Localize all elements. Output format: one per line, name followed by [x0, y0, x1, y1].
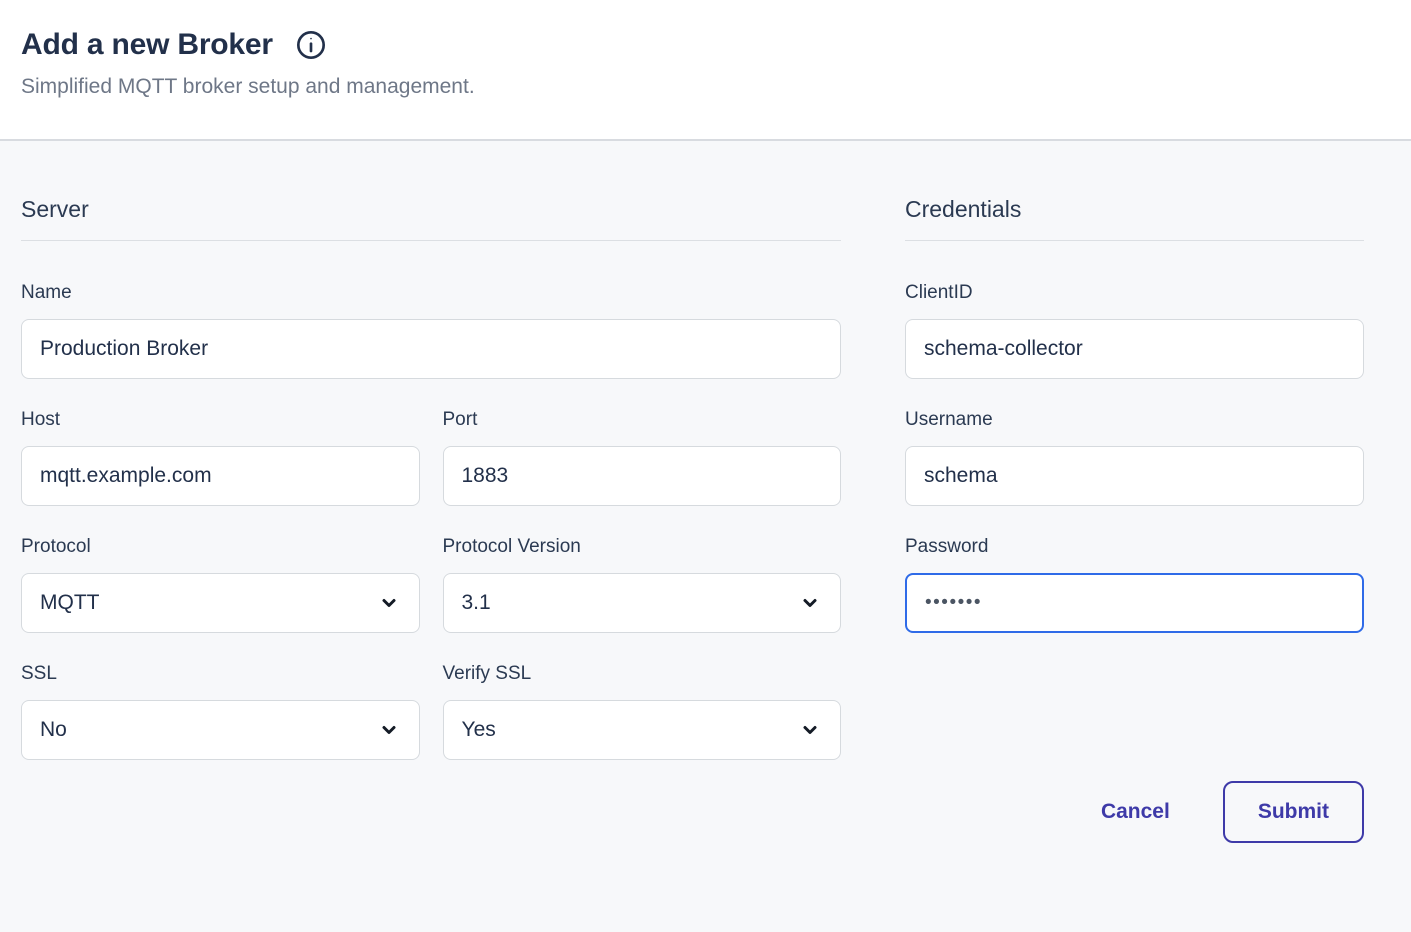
port-label: Port [443, 408, 842, 432]
field-username: Username [905, 408, 1364, 506]
field-port: Port [443, 408, 842, 506]
page-title: Add a new Broker [21, 26, 273, 64]
form-actions: Cancel Submit [905, 781, 1364, 843]
field-name: Name [21, 281, 841, 379]
row-host-port: Host Port [21, 408, 841, 535]
host-label: Host [21, 408, 420, 432]
chevron-down-icon [379, 720, 399, 740]
username-label: Username [905, 408, 1364, 432]
credentials-section-divider [905, 240, 1364, 241]
chevron-down-icon [800, 720, 820, 740]
broker-form: Server Name Host Port Protocol [0, 141, 1411, 843]
name-input[interactable] [21, 319, 841, 379]
chevron-down-icon [379, 593, 399, 613]
verify-ssl-select[interactable]: Yes [443, 700, 842, 760]
row-ssl: SSL No Verify SSL Yes [21, 662, 841, 789]
client-id-input[interactable] [905, 319, 1364, 379]
credentials-section: Credentials ClientID Username Password C… [905, 195, 1364, 843]
password-label: Password [905, 535, 1364, 559]
client-id-label: ClientID [905, 281, 1364, 305]
server-section-divider [21, 240, 841, 241]
name-label: Name [21, 281, 841, 305]
row-protocol: Protocol MQTT Protocol Version 3.1 [21, 535, 841, 662]
field-ssl: SSL No [21, 662, 420, 760]
protocol-select-value: MQTT [40, 591, 99, 615]
page-subtitle: Simplified MQTT broker setup and managem… [21, 75, 1387, 99]
username-input[interactable] [905, 446, 1364, 506]
cancel-button[interactable]: Cancel [1101, 800, 1170, 824]
field-protocol-version: Protocol Version 3.1 [443, 535, 842, 633]
credentials-section-heading: Credentials [905, 195, 1364, 223]
field-host: Host [21, 408, 420, 506]
password-input[interactable] [905, 573, 1364, 633]
port-input[interactable] [443, 446, 842, 506]
page-header: Add a new Broker Simplified MQTT broker … [0, 0, 1411, 141]
ssl-select-value: No [40, 718, 67, 742]
title-row: Add a new Broker [21, 26, 1387, 64]
protocol-version-label: Protocol Version [443, 535, 842, 559]
ssl-select[interactable]: No [21, 700, 420, 760]
field-password: Password [905, 535, 1364, 633]
field-client-id: ClientID [905, 281, 1364, 379]
field-verify-ssl: Verify SSL Yes [443, 662, 842, 760]
server-section: Server Name Host Port Protocol [21, 195, 841, 843]
verify-ssl-label: Verify SSL [443, 662, 842, 686]
field-protocol: Protocol MQTT [21, 535, 420, 633]
chevron-down-icon [800, 593, 820, 613]
add-broker-page: Add a new Broker Simplified MQTT broker … [0, 0, 1411, 843]
host-input[interactable] [21, 446, 420, 506]
ssl-label: SSL [21, 662, 420, 686]
server-section-heading: Server [21, 195, 841, 223]
submit-button[interactable]: Submit [1223, 781, 1364, 843]
verify-ssl-select-value: Yes [462, 718, 496, 742]
info-icon[interactable] [295, 29, 327, 61]
protocol-version-select-value: 3.1 [462, 591, 491, 615]
protocol-select[interactable]: MQTT [21, 573, 420, 633]
protocol-version-select[interactable]: 3.1 [443, 573, 842, 633]
protocol-label: Protocol [21, 535, 420, 559]
